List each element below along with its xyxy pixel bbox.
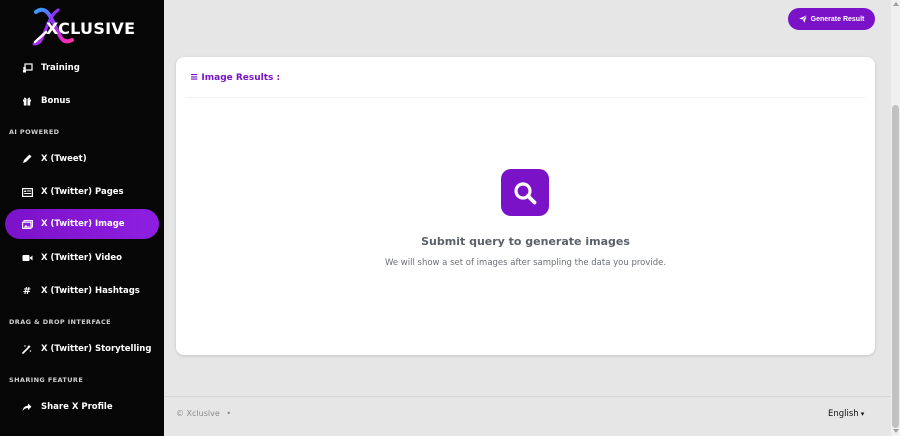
language-label: English bbox=[828, 409, 859, 419]
pencil-icon bbox=[21, 153, 33, 165]
logo-text: XCLUSIVE bbox=[46, 19, 136, 38]
search-icon bbox=[501, 169, 549, 216]
card-title-text: Image Results : bbox=[201, 72, 281, 83]
training-icon bbox=[21, 62, 33, 74]
footer-divider bbox=[164, 396, 892, 397]
generate-result-label: Generate Result bbox=[810, 15, 865, 23]
gift-icon bbox=[21, 95, 33, 107]
sidebar-item-image[interactable]: X (Twitter) Image bbox=[5, 209, 159, 239]
sidebar-item-share-profile[interactable]: Share X Profile bbox=[5, 392, 159, 422]
image-results-card: ≡ Image Results : Submit query to genera… bbox=[176, 57, 875, 355]
generate-result-button[interactable]: Generate Result bbox=[788, 8, 875, 30]
sidebar-item-pages[interactable]: X (Twitter) Pages bbox=[5, 177, 159, 207]
section-label-share: SHARING FEATURE bbox=[9, 376, 84, 384]
magic-wand-icon bbox=[21, 343, 33, 355]
sidebar-item-training[interactable]: Training bbox=[5, 53, 159, 83]
sidebar-item-label: X (Tweet) bbox=[41, 154, 87, 164]
send-icon bbox=[798, 15, 807, 23]
scrollbar[interactable] bbox=[891, 0, 900, 436]
empty-state-title: Submit query to generate images bbox=[421, 235, 630, 248]
sidebar-item-label: Bonus bbox=[41, 96, 71, 106]
copyright-text: © Xclusive bbox=[176, 409, 220, 418]
sidebar-item-label: X (Twitter) Image bbox=[41, 219, 125, 229]
section-label-ai: AI POWERED bbox=[9, 128, 60, 136]
empty-state-subtitle: We will show a set of images after sampl… bbox=[384, 258, 667, 268]
sidebar-item-label: X (Twitter) Hashtags bbox=[41, 286, 140, 296]
logo[interactable]: XCLUSIVE bbox=[30, 4, 135, 46]
sidebar-item-video[interactable]: X (Twitter) Video bbox=[5, 243, 159, 273]
copyright: © Xclusive • bbox=[176, 409, 231, 418]
language-dropdown[interactable]: English ▾ bbox=[828, 409, 864, 419]
list-icon: ≡ bbox=[190, 72, 199, 83]
sidebar-item-label: X (Twitter) Video bbox=[41, 253, 122, 263]
sidebar-item-label: Training bbox=[41, 63, 80, 73]
scroll-up-icon[interactable] bbox=[893, 2, 899, 6]
pages-icon bbox=[21, 186, 33, 198]
sidebar-item-storytelling[interactable]: X (Twitter) Storytelling bbox=[5, 334, 159, 364]
sidebar-item-label: X (Twitter) Pages bbox=[41, 187, 124, 197]
sidebar-item-label: X (Twitter) Storytelling bbox=[41, 344, 152, 354]
scroll-down-icon[interactable] bbox=[893, 429, 899, 433]
section-label-dnd: DRAG & DROP INTERFACE bbox=[9, 318, 111, 326]
caret-down-icon: ▾ bbox=[860, 410, 865, 418]
sidebar-item-label: Share X Profile bbox=[41, 402, 113, 412]
image-icon bbox=[21, 218, 33, 230]
sidebar-item-tweet[interactable]: X (Tweet) bbox=[5, 144, 159, 174]
sidebar-item-hashtags[interactable]: # X (Twitter) Hashtags bbox=[5, 276, 159, 306]
sidebar: XCLUSIVE Training Bonus AI POWERED X (Tw… bbox=[0, 0, 164, 436]
card-divider bbox=[186, 97, 865, 98]
share-icon bbox=[21, 401, 33, 413]
video-icon bbox=[21, 252, 33, 264]
sidebar-item-bonus[interactable]: Bonus bbox=[5, 86, 159, 116]
card-title: ≡ Image Results : bbox=[190, 72, 280, 83]
scroll-thumb[interactable] bbox=[892, 105, 899, 428]
hashtag-icon: # bbox=[22, 285, 32, 297]
dot-separator: • bbox=[226, 409, 232, 418]
